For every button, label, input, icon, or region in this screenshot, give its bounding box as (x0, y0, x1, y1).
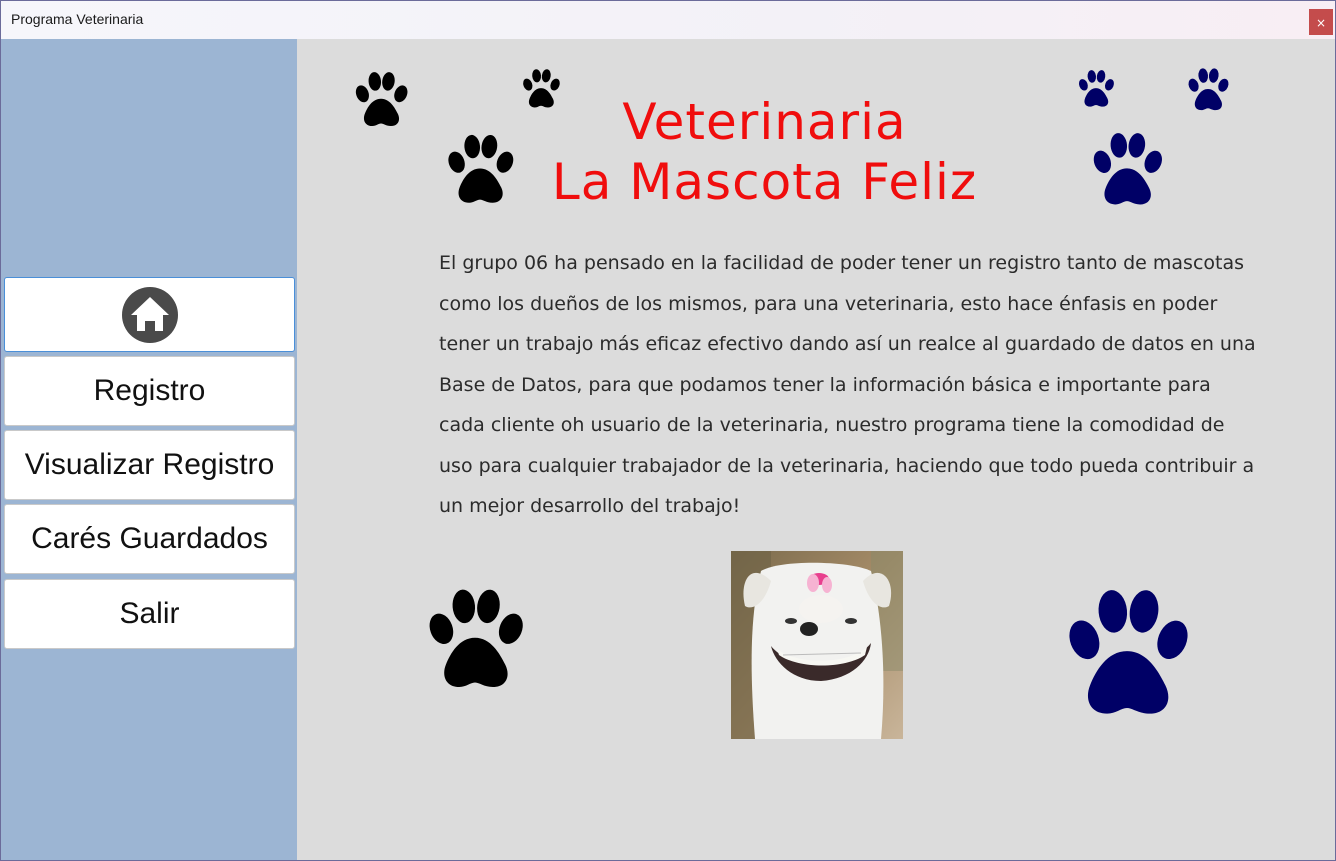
salir-label: Salir (119, 597, 180, 630)
paw-print-icon (412, 584, 538, 696)
registro-label: Registro (93, 374, 206, 407)
cares-guardados-button[interactable]: Carés Guardados (4, 504, 295, 574)
salir-button[interactable]: Salir (4, 579, 295, 649)
app-window: Programa Veterinaria × Registro Visualiz… (0, 0, 1336, 861)
title-bar: Programa Veterinaria × (1, 1, 1335, 39)
main-content: Veterinaria La Mascota Feliz El grupo 06… (298, 39, 1335, 860)
description-text: El grupo 06 ha pensado en la facilidad d… (439, 252, 1256, 517)
home-button[interactable] (4, 277, 295, 352)
registro-button[interactable]: Registro (4, 356, 295, 426)
close-button[interactable]: × (1309, 9, 1333, 35)
visualizar-registro-label: Visualizar Registro (24, 448, 275, 481)
visualizar-registro-button[interactable]: Visualizar Registro (4, 430, 295, 500)
cares-guardados-label: Carés Guardados (31, 522, 268, 555)
home-icon (119, 284, 180, 345)
page-title-line-1: Veterinaria (622, 93, 907, 151)
close-icon: × (1315, 16, 1327, 30)
smiling-dog-photo (731, 551, 903, 739)
paw-print-icon (1056, 579, 1198, 729)
page-title-line-2: La Mascota Feliz (551, 153, 978, 211)
window-title: Programa Veterinaria (11, 11, 144, 27)
